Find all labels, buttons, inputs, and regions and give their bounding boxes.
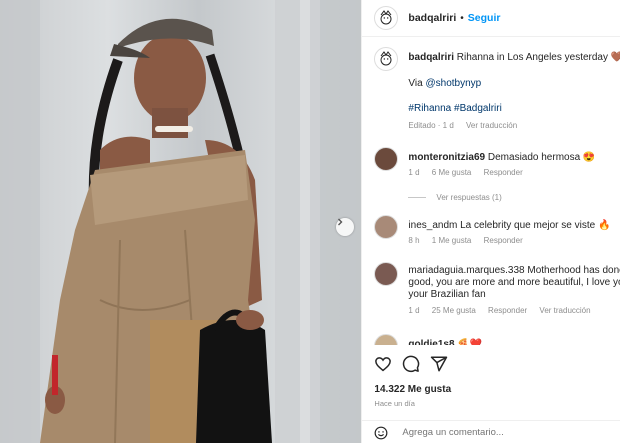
- separator-dot: •: [460, 12, 464, 24]
- instagram-post-view: badqalriri • Seguir badqalriri Rihanna i…: [0, 0, 620, 443]
- comment-username[interactable]: monteronitzia69: [408, 152, 485, 163]
- author-avatar[interactable]: [374, 6, 399, 30]
- avatar-doodle-icon: [380, 10, 392, 25]
- avatar-doodle-icon: [380, 51, 392, 66]
- comment-body: Demasiado hermosa 😍: [487, 152, 596, 163]
- photo-illustration: [0, 0, 362, 443]
- commenter-avatar[interactable]: [374, 334, 399, 345]
- comment-translate-link[interactable]: Ver traducción: [539, 306, 590, 315]
- comment-body: La celebrity que mejor se viste 🔥: [460, 220, 611, 231]
- caption-username[interactable]: badqalriri: [408, 52, 454, 63]
- chevron-right-icon: [338, 218, 343, 226]
- view-replies-button[interactable]: Ver respuestas (1): [408, 193, 502, 202]
- comment-username[interactable]: mariadaguia.marques.338: [408, 265, 524, 276]
- comment-reply-link[interactable]: Responder: [484, 168, 523, 177]
- post-time: Hace un día: [374, 399, 415, 408]
- comment-button[interactable]: [402, 355, 420, 373]
- likes-count[interactable]: 14.322 Me gusta: [374, 384, 451, 395]
- caption-hashtags[interactable]: #Rihanna #Badgalriri: [408, 102, 501, 115]
- post-header: badqalriri • Seguir: [362, 0, 620, 37]
- author-username[interactable]: badqalriri: [408, 12, 456, 24]
- comment-meta: 1 d 6 Me gusta Responder: [408, 168, 532, 177]
- comment-composer: [362, 420, 620, 444]
- comment-body-line3: your Brazilian fan: [408, 289, 486, 300]
- comment-time: 1 d: [408, 168, 420, 177]
- next-photo-button[interactable]: [336, 218, 354, 236]
- comment-reply-link[interactable]: Responder: [488, 306, 527, 315]
- caption-via-line: Via @shotbynyp: [408, 77, 481, 90]
- replies-divider: [408, 197, 427, 198]
- commenter-avatar[interactable]: [374, 147, 399, 171]
- comments-scroll-area[interactable]: badqalriri Rihanna in Los Angeles yester…: [362, 37, 620, 345]
- comment-likes[interactable]: 6 Me gusta: [432, 168, 472, 177]
- comment-likes[interactable]: 25 Me gusta: [432, 306, 476, 315]
- share-icon: [431, 356, 448, 372]
- comment-meta: 8 h 1 Me gusta Responder: [408, 236, 532, 245]
- via-prefix: Via: [408, 78, 423, 89]
- post-side-panel: badqalriri • Seguir badqalriri Rihanna i…: [361, 0, 620, 443]
- comment-likes[interactable]: 1 Me gusta: [432, 236, 472, 245]
- view-replies-label: Ver respuestas (1): [436, 193, 502, 202]
- comment-time: 8 h: [408, 236, 420, 245]
- comment-reply-link[interactable]: Responder: [484, 236, 523, 245]
- comment-meta: 1 d 25 Me gusta Responder Ver traducción: [408, 306, 600, 315]
- follow-button[interactable]: Seguir: [468, 12, 501, 24]
- comment-icon: [403, 355, 420, 373]
- caption-text: Rihanna in Los Angeles yesterday: [456, 52, 608, 63]
- commenter-avatar[interactable]: [374, 262, 399, 286]
- caption-line: badqalriri Rihanna in Los Angeles yester…: [408, 51, 620, 64]
- heart-icon: [375, 357, 392, 372]
- via-handle-link[interactable]: @shotbynyp: [425, 78, 481, 89]
- comment-time: 1 d: [408, 306, 420, 315]
- caption-edited: Editado · 1 d: [408, 121, 454, 130]
- caption-meta: Editado · 1 d Ver traducción: [408, 121, 527, 130]
- caption-translate-link[interactable]: Ver traducción: [466, 121, 517, 130]
- comment-text-line: monteronitzia69 Demasiado hermosa 😍: [408, 151, 595, 164]
- post-photo: [0, 0, 362, 443]
- like-button[interactable]: [374, 355, 392, 373]
- share-button[interactable]: [430, 355, 448, 373]
- comment-body-line1: Motherhood has done: [527, 265, 620, 276]
- emoji-button[interactable]: [374, 426, 388, 440]
- comment-body: 🍕❤️: [457, 339, 483, 345]
- emoji-icon: [375, 426, 388, 440]
- comment-text-line: goldie1s8 🍕❤️: [408, 338, 482, 345]
- caption-emoji: 🤎: [610, 52, 620, 63]
- comment-username[interactable]: ines_andm: [408, 220, 457, 231]
- comment-username[interactable]: goldie1s8: [408, 339, 454, 345]
- caption-avatar[interactable]: [374, 47, 399, 71]
- post-actions-bar: [362, 350, 620, 378]
- comment-text-line: ines_andm La celebrity que mejor se vist…: [408, 219, 610, 232]
- commenter-avatar[interactable]: [374, 215, 399, 239]
- comment-input[interactable]: [402, 427, 603, 438]
